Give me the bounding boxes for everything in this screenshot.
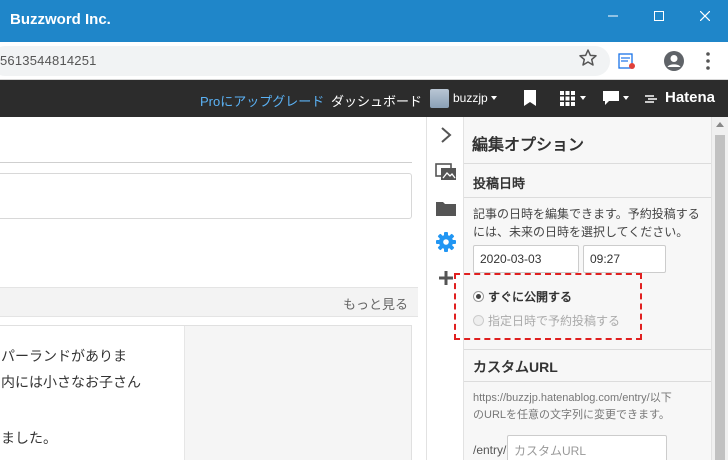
date-description: には、未来の日時を選択してください。 (473, 225, 689, 239)
divider (464, 349, 711, 350)
collapse-panel-button[interactable] (435, 124, 457, 146)
preview-card: パーランドがありま 内には小さなお子さん ました。 (0, 326, 185, 460)
maximize-button[interactable] (636, 0, 682, 32)
more-bar: もっと見る (0, 287, 418, 317)
url-description: のURLを任意の文字列に変更できます。 (473, 409, 670, 421)
dashboard-link[interactable]: ダッシュボード (331, 91, 422, 110)
chevron-down-icon (623, 96, 629, 100)
hatena-logo-icon (645, 95, 657, 103)
scrollbar-thumb[interactable] (715, 135, 725, 460)
divider (464, 163, 711, 164)
panel-title: 編集オプション (472, 137, 585, 154)
hatena-brand[interactable]: Hatena (665, 89, 715, 106)
title-divider (0, 162, 412, 163)
post-date-heading: 投稿日時 (473, 176, 526, 191)
panel-scrollbar[interactable] (711, 117, 728, 460)
bookmark-icon[interactable] (523, 90, 537, 106)
divider (464, 381, 711, 382)
image-button[interactable] (435, 161, 457, 183)
schedule-option[interactable]: 指定日時で予約投稿する (473, 312, 620, 329)
window-titlebar: Buzzword Inc. (0, 0, 728, 42)
category-button[interactable] (435, 197, 457, 219)
folder-icon (436, 202, 456, 216)
minimize-button[interactable] (590, 0, 636, 32)
custom-url-input[interactable]: カスタムURL (507, 435, 667, 460)
bookmark-star-icon[interactable] (578, 48, 598, 68)
radio-label: すぐに公開する (488, 290, 573, 304)
notification-bubble-icon[interactable] (603, 91, 619, 106)
chevron-right-icon (441, 127, 452, 143)
minimize-icon (608, 15, 618, 17)
upgrade-pro-link[interactable]: Proにアップグレード (200, 91, 324, 110)
avatar[interactable] (430, 89, 449, 108)
scroll-up-arrow-icon[interactable] (716, 122, 724, 127)
close-icon (700, 11, 710, 21)
chevron-down-icon (580, 96, 586, 100)
radio-label: 指定日時で予約投稿する (488, 314, 621, 328)
date-description: 記事の日時を編集できます。予約投稿する (473, 207, 700, 221)
edit-options-panel: 編集オプション 投稿日時 記事の日時を編集できます。予約投稿する には、未来の日… (454, 117, 711, 460)
window-title: Buzzword Inc. (10, 11, 111, 28)
url-text: 5613544814251 (0, 53, 97, 68)
divider (464, 197, 711, 198)
editor-input-box[interactable] (0, 173, 412, 219)
preview-text-line: ました。 (1, 430, 57, 446)
plus-icon (439, 271, 453, 285)
chevron-down-icon (491, 96, 497, 100)
more-link[interactable]: もっと見る (343, 294, 408, 313)
username-menu[interactable]: buzzjp (453, 91, 488, 105)
close-button[interactable] (682, 0, 728, 32)
browser-toolbar: 5613544814251 (0, 42, 728, 80)
url-description: https://buzzjp.hatenablog.com/entry/以下 (473, 392, 672, 404)
highlight-box (454, 273, 642, 340)
time-field[interactable]: 09:27 (583, 245, 666, 273)
image-icon (435, 163, 456, 180)
settings-button[interactable] (435, 231, 457, 253)
extension-icon[interactable] (617, 51, 637, 71)
address-bar[interactable]: 5613544814251 (0, 46, 610, 76)
radio-button[interactable] (473, 315, 484, 326)
date-field[interactable]: 2020-03-03 (473, 245, 579, 273)
account-icon[interactable] (663, 50, 685, 72)
gear-icon (436, 232, 456, 252)
hatena-navbar: Proにアップグレード ダッシュボード buzzjp Hatena (0, 80, 728, 117)
browser-menu-icon[interactable] (703, 51, 713, 71)
apps-grid-icon[interactable] (560, 91, 575, 106)
editor-area: もっと見る パーランドがありま 内には小さなお子さん ました。 (0, 117, 426, 460)
editor-preview: パーランドがありま 内には小さなお子さん ました。 (0, 325, 412, 460)
custom-url-heading: カスタムURL (473, 359, 558, 375)
preview-text-line: 内には小さなお子さん (1, 374, 141, 390)
url-prefix: /entry/ (473, 443, 507, 457)
preview-text-line: パーランドがありま (1, 348, 127, 364)
maximize-icon (654, 11, 664, 21)
radio-button[interactable] (473, 291, 484, 302)
publish-now-option[interactable]: すぐに公開する (473, 288, 572, 305)
